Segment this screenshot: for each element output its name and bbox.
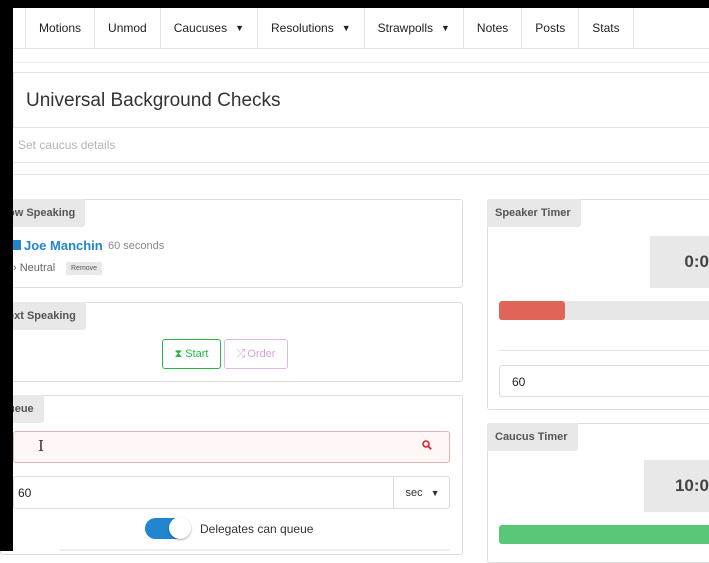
nav-label: Stats	[592, 21, 620, 35]
nav-caucuses[interactable]: Caucuses ▼	[161, 8, 259, 48]
toggle-label: Delegates can queue	[200, 522, 314, 536]
speaker-duration: 60 seconds	[108, 240, 165, 252]
caret-down-icon: ▼	[341, 23, 351, 33]
nav-label: Motions	[39, 21, 82, 35]
speaker-stance: › Neutral	[13, 262, 55, 274]
nav-resolutions[interactable]: Resolutions ▼	[258, 8, 365, 48]
flag-icon	[13, 240, 21, 250]
hourglass-icon: ⧗	[174, 347, 183, 360]
order-button[interactable]: ⤮ Order	[224, 339, 288, 369]
remove-button[interactable]: Remove	[66, 262, 103, 275]
nav-label: Strawpolls	[377, 21, 433, 35]
duration-value: 60	[18, 486, 32, 500]
top-edge	[0, 0, 709, 8]
stance-label: Neutral	[19, 262, 56, 274]
nav-label: Posts	[535, 21, 566, 35]
speaker-timer-input[interactable]	[499, 365, 709, 397]
nav-strawpolls[interactable]: Strawpolls ▼	[365, 8, 464, 48]
speaker-timer-text: 0:0	[684, 252, 709, 271]
speaker-timer-display[interactable]: 0:0	[650, 236, 709, 288]
caret-down-icon: ▼	[235, 23, 245, 33]
nav-stats[interactable]: Stats	[579, 8, 634, 48]
speaker-timer-value: 60	[512, 375, 526, 389]
nav-label: Unmod	[108, 21, 147, 35]
caucus-progress-track	[499, 525, 709, 544]
divider	[13, 62, 709, 63]
speaker-progress-fill	[499, 301, 565, 320]
caucus-title[interactable]: Universal Background Checks	[26, 90, 281, 112]
nav-label: Notes	[476, 21, 509, 35]
caucus-progress-fill	[499, 525, 709, 544]
shuffle-icon: ⤮	[236, 347, 246, 360]
nav-motions[interactable]: Motions	[25, 8, 96, 48]
caucus-timer-label: Caucus Timer	[487, 423, 578, 451]
unit-dropdown[interactable]: sec ▼	[393, 476, 451, 509]
search-icon	[422, 440, 432, 450]
nav-label: Resolutions	[271, 21, 334, 35]
caucus-timer-display[interactable]: 10:0	[644, 460, 709, 512]
nav-label: Caucuses	[173, 21, 228, 35]
caret-down-icon: ▼	[430, 487, 440, 498]
divider	[499, 350, 709, 351]
caucus-details-placeholder: Set caucus details	[18, 138, 116, 152]
queue-member-search[interactable]	[13, 431, 450, 463]
start-button[interactable]: ⧗ Start	[162, 339, 221, 369]
speaker-timer-label: Speaker Timer	[487, 199, 581, 227]
speaking-duration-input[interactable]	[13, 476, 450, 509]
caucus-details-field[interactable]	[13, 127, 709, 163]
nav-unmod[interactable]: Unmod	[95, 8, 161, 48]
text-cursor-icon: I	[38, 437, 44, 455]
speaker-progress-track	[499, 301, 709, 320]
divider	[13, 174, 709, 175]
speaker-name[interactable]: Joe Manchin	[24, 238, 103, 253]
unit-label: sec	[405, 486, 423, 499]
left-edge	[0, 0, 13, 551]
start-label: Start	[185, 348, 209, 360]
top-nav: Motions Unmod Caucuses ▼ Resolutions ▼ Str…	[13, 8, 709, 49]
caucus-timer-text: 10:0	[674, 476, 709, 495]
toggle-knob[interactable]	[169, 517, 191, 539]
order-label: Order	[247, 348, 276, 360]
stance-icon: ›	[13, 262, 17, 274]
caret-down-icon: ▼	[441, 23, 450, 33]
nav-notes[interactable]: Notes	[464, 8, 523, 48]
nav-posts[interactable]: Posts	[522, 8, 580, 48]
